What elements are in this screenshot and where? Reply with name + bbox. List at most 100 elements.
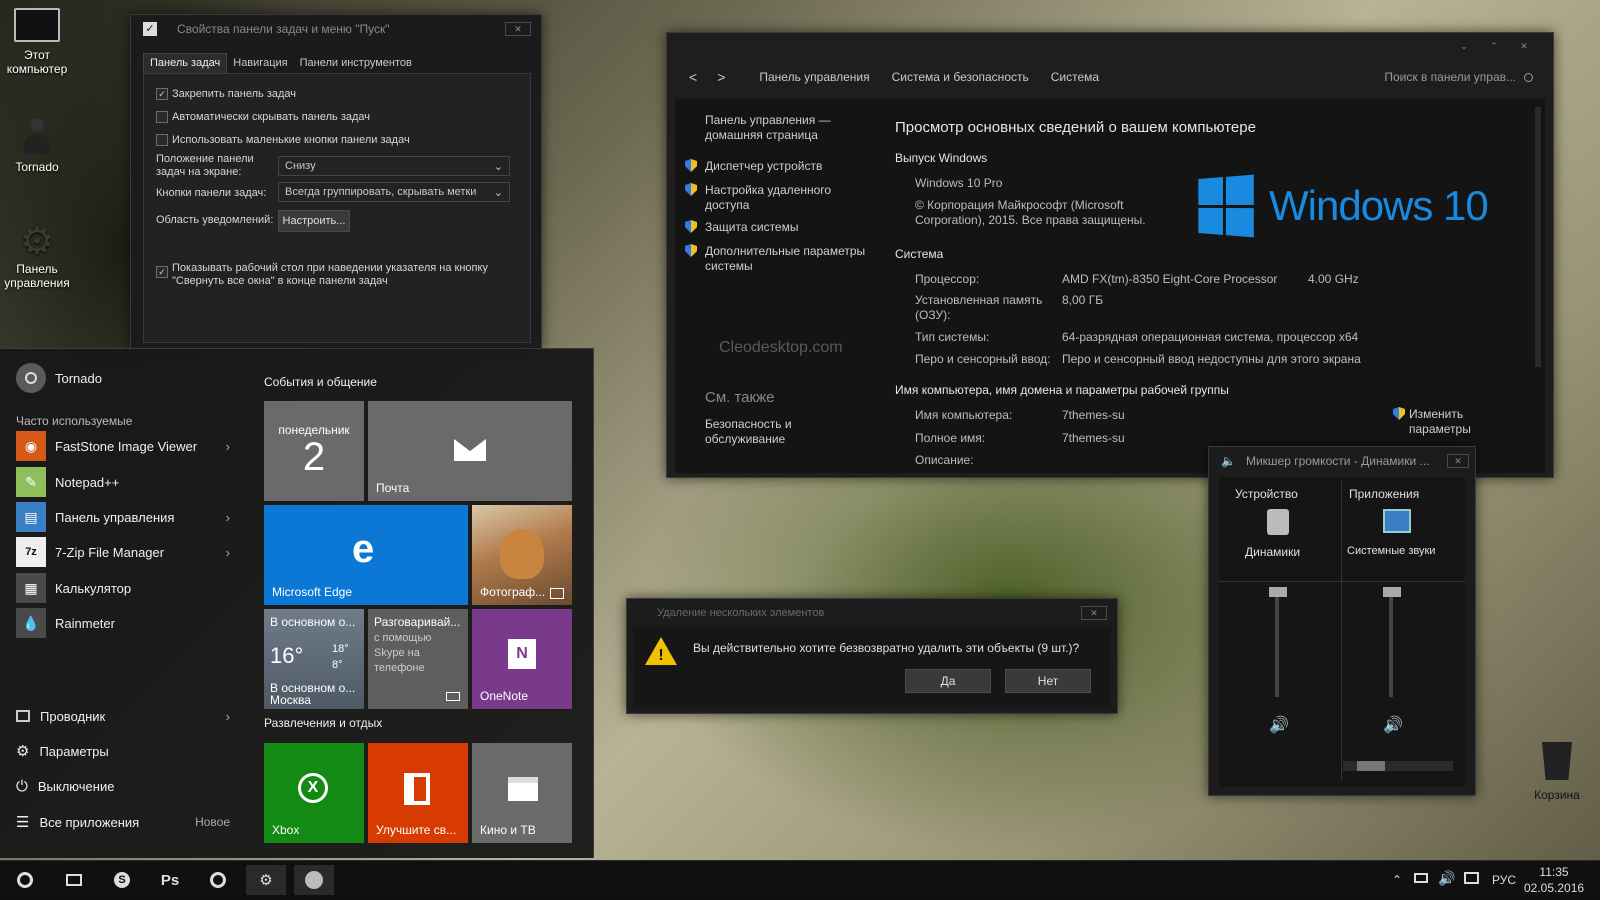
back-button[interactable]: < <box>689 69 697 85</box>
tile-label: Почта <box>376 481 410 495</box>
chrome-taskbar-button[interactable] <box>198 865 238 895</box>
buttons-select[interactable]: Всегда группировать, скрывать метки ⌄ <box>278 182 510 202</box>
desktop-icon-this-pc[interactable]: Этот компьютер <box>0 8 77 76</box>
checkbox-row[interactable]: ✓ Закрепить панель задач <box>156 88 296 100</box>
task-view-button[interactable] <box>54 865 94 895</box>
checkbox-lock-taskbar[interactable]: ✓ <box>156 88 168 100</box>
language-indicator[interactable]: РУС <box>1492 873 1516 887</box>
side-link-remote[interactable]: Настройка удаленного доступа <box>685 183 875 213</box>
tile-onenote[interactable]: N OneNote <box>472 609 572 709</box>
tile-edge[interactable]: e Microsoft Edge <box>264 505 468 605</box>
skype-taskbar-button[interactable]: S <box>102 865 142 895</box>
close-button[interactable]: ✕ <box>1081 606 1107 620</box>
tray-chevron-up-icon[interactable]: ⌃ <box>1392 873 1402 887</box>
tile-office[interactable]: Улучшите св... <box>368 743 468 843</box>
app-7zip[interactable]: 7z 7-Zip File Manager › <box>16 537 230 567</box>
tile-photos[interactable]: Фотограф... <box>472 505 572 605</box>
scrollbar-thumb[interactable] <box>1357 761 1385 771</box>
change-settings-link[interactable]: Изменить параметры <box>1393 407 1483 437</box>
close-button[interactable]: ✕ <box>1511 39 1537 53</box>
chevron-right-icon[interactable]: › <box>226 545 230 560</box>
desktop-icon-label: Корзина <box>1534 788 1580 802</box>
tab-taskbar[interactable]: Панель задач <box>143 53 228 73</box>
checkbox-row[interactable]: Использовать маленькие кнопки панели зад… <box>156 134 410 146</box>
app-mute-button[interactable]: 🔊 <box>1383 715 1403 735</box>
side-link-protection[interactable]: Защита системы <box>685 220 875 235</box>
checkbox-autohide[interactable] <box>156 111 168 123</box>
desktop-icon-recycle-bin[interactable]: Корзина <box>1517 742 1597 802</box>
checkbox-row[interactable]: Автоматически скрывать панель задач <box>156 111 370 123</box>
device-mute-button[interactable]: 🔊 <box>1269 715 1289 735</box>
shield-icon <box>685 183 697 196</box>
customize-button[interactable]: Настроить... <box>278 210 350 232</box>
tile-skype[interactable]: Разговаривай... с помощью Skype на телеф… <box>368 609 468 709</box>
device-volume-slider[interactable] <box>1269 587 1287 697</box>
side-link-advanced[interactable]: Дополнительные параметры системы <box>685 244 875 274</box>
start-icon <box>17 872 33 888</box>
breadcrumb-item[interactable]: Система <box>1051 70 1099 84</box>
maximize-button[interactable]: ⌃ <box>1481 39 1507 53</box>
yes-button[interactable]: Да <box>905 669 991 693</box>
close-button[interactable]: ✕ <box>1447 454 1469 468</box>
chevron-right-icon[interactable]: › <box>226 439 230 454</box>
explorer-item[interactable]: Проводник › <box>16 701 230 731</box>
all-apps-item[interactable]: ☰ Все приложения Новое <box>16 807 230 837</box>
search-input[interactable]: Поиск в панели управ... <box>1384 70 1516 84</box>
clock[interactable]: 11:35 02.05.2016 <box>1524 864 1584 896</box>
power-item[interactable]: ⏻ Выключение <box>16 771 230 801</box>
settings-item[interactable]: ⚙ Параметры <box>16 736 230 766</box>
app-volume-slider[interactable] <box>1383 587 1401 697</box>
chevron-right-icon[interactable]: › <box>226 709 230 724</box>
chevron-right-icon[interactable]: › <box>226 510 230 525</box>
side-link-devices[interactable]: Диспетчер устройств <box>685 159 875 174</box>
scrollbar[interactable] <box>1535 107 1541 367</box>
app-notepadpp[interactable]: ✎ Notepad++ <box>16 467 230 497</box>
position-select[interactable]: Снизу ⌄ <box>278 156 510 176</box>
app-rainmeter[interactable]: 💧 Rainmeter <box>16 608 230 638</box>
gear-icon: ⚙ <box>19 221 55 263</box>
checkbox-peek[interactable]: ✓ <box>156 266 168 278</box>
checkbox-small-buttons[interactable] <box>156 134 168 146</box>
slider-thumb[interactable] <box>1269 587 1287 597</box>
device-name[interactable]: Динамики <box>1245 545 1300 559</box>
tile-group-header: Развлечения и отдых <box>264 716 383 730</box>
tab-toolbars[interactable]: Панели инструментов <box>294 53 418 73</box>
scrollbar[interactable] <box>1343 761 1453 771</box>
tile-calendar[interactable]: понедельник 2 <box>264 401 364 501</box>
network-icon[interactable] <box>1414 873 1428 883</box>
start-button[interactable] <box>5 865 45 895</box>
app-control-panel[interactable]: ▤ Панель управления › <box>16 502 230 532</box>
tile-movies[interactable]: Кино и ТВ <box>472 743 572 843</box>
tab-navigation[interactable]: Навигация <box>227 53 293 73</box>
search-icon[interactable] <box>1524 72 1533 82</box>
desktop-icon-control-panel[interactable]: ⚙ Панель управления <box>0 222 77 290</box>
copyright-text: © Корпорация Майкрософт (Microsoft Corpo… <box>915 198 1146 227</box>
home-link[interactable]: Панель управления — домашняя страница <box>705 113 845 143</box>
app-calculator[interactable]: ▦ Калькулятор <box>16 573 230 603</box>
slider-thumb[interactable] <box>1383 587 1401 597</box>
app-faststone[interactable]: ◉ FastStone Image Viewer › <box>16 431 230 461</box>
desktop-icon-label: Панель управления <box>4 262 70 290</box>
notification-icon[interactable] <box>1464 872 1479 884</box>
minimize-button[interactable]: ⌄ <box>1451 39 1477 53</box>
user-row[interactable]: Tornado <box>16 363 102 393</box>
computer-name-label: Имя компьютера: <box>915 408 1013 422</box>
tile-mail[interactable]: Почта <box>368 401 572 501</box>
volume-icon[interactable]: 🔊 <box>1438 870 1455 887</box>
buttons-select-value: Всегда группировать, скрывать метки <box>285 186 477 198</box>
security-link[interactable]: Безопасность и обслуживание <box>705 417 825 447</box>
desktop-icon-user[interactable]: Tornado <box>0 118 77 174</box>
photoshop-taskbar-button[interactable]: Ps <box>150 865 190 895</box>
app-name[interactable]: Системные звуки <box>1347 545 1435 557</box>
app-taskbar-button[interactable] <box>294 865 334 895</box>
buttons-label: Кнопки панели задач: <box>156 187 267 199</box>
settings-taskbar-button[interactable]: ⚙ <box>246 865 286 895</box>
no-button[interactable]: Нет <box>1005 669 1091 693</box>
tile-weather[interactable]: В основном о... 16° 18° 8° В основном о.… <box>264 609 364 709</box>
breadcrumb-item[interactable]: Система и безопасность <box>892 70 1029 84</box>
forward-button[interactable]: > <box>717 69 725 85</box>
tile-xbox[interactable]: X Xbox <box>264 743 364 843</box>
close-button[interactable]: ✕ <box>505 22 531 36</box>
checkbox-row[interactable]: ✓ Показывать рабочий стол при наведении … <box>156 262 516 288</box>
breadcrumb-item[interactable]: Панель управления <box>759 70 869 84</box>
